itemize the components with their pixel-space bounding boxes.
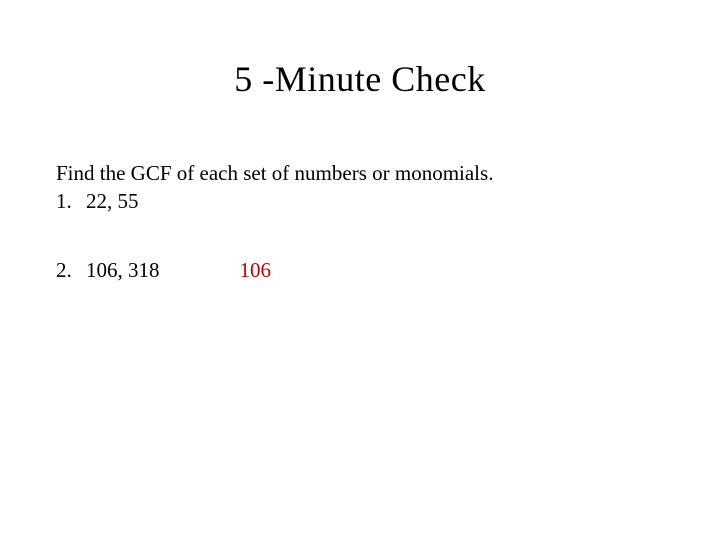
problem-2-text: 106, 318 [86,257,160,283]
content-area: Find the GCF of each set of numbers or m… [0,100,720,283]
problem-2-answer: 106 [240,257,272,283]
page-title: 5 -Minute Check [0,0,720,100]
problem-2-number: 2. [56,257,86,283]
problem-1-number: 1. [56,188,86,214]
problem-2: 2. 106, 318 106 [56,257,720,283]
instruction-text: Find the GCF of each set of numbers or m… [56,160,720,186]
problem-1-text: 22, 55 [86,188,139,214]
problem-1: 1. 22, 55 [56,188,720,214]
